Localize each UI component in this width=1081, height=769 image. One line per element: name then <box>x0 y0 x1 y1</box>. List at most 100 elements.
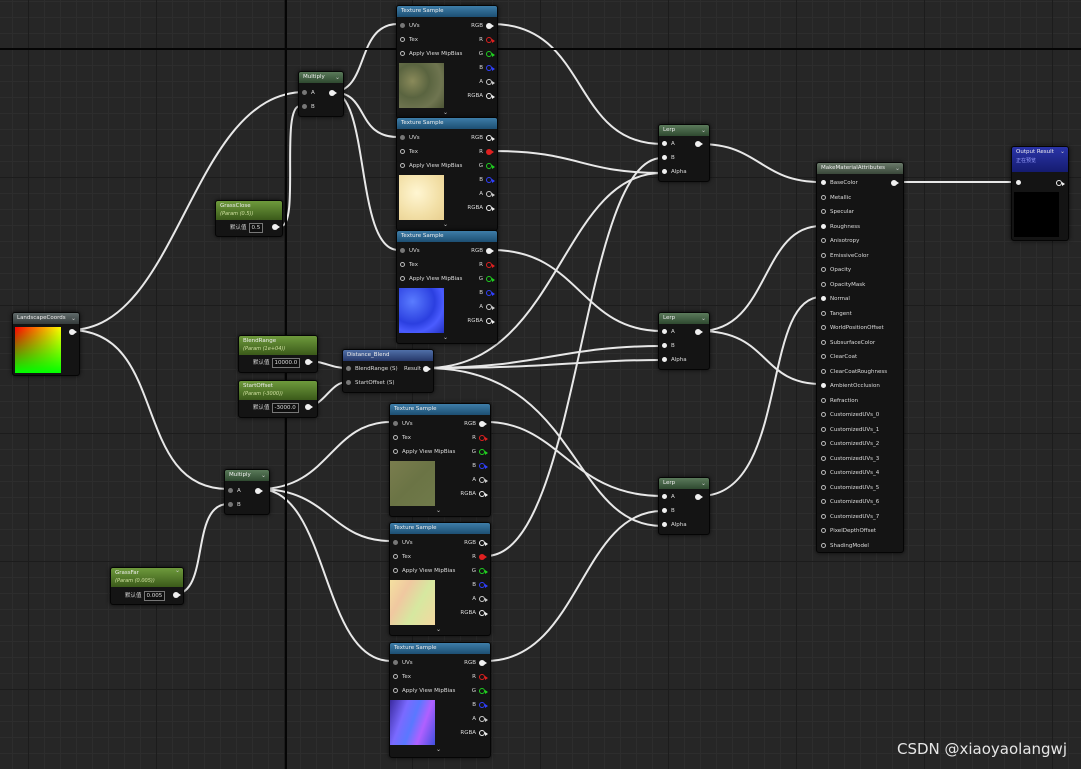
material-pin-row[interactable]: Tangent <box>821 310 852 318</box>
input-pin-icon[interactable] <box>400 51 405 56</box>
material-pin-row[interactable]: ClearCoat <box>821 353 857 361</box>
output-pin-icon[interactable] <box>479 730 488 736</box>
collapse-chevron-icon[interactable]: ⌄ <box>701 313 706 324</box>
input-pin-icon[interactable] <box>302 104 307 109</box>
output-pin-icon[interactable] <box>479 674 488 680</box>
input-pin-icon[interactable] <box>662 155 667 160</box>
output-pin-icon[interactable] <box>479 491 488 497</box>
input-pin-icon[interactable] <box>346 366 351 371</box>
input-pin-icon[interactable] <box>662 357 667 362</box>
output-pin-icon[interactable] <box>479 596 488 602</box>
output-pin-icon[interactable] <box>486 163 495 169</box>
material-pin-row[interactable]: ClearCoatRoughness <box>821 368 887 376</box>
output-pin-icon[interactable] <box>486 191 495 197</box>
material-pin-row[interactable]: CustomizedUVs_2 <box>821 440 879 448</box>
collapse-chevron-icon[interactable]: ⌄ <box>335 72 340 83</box>
input-pin-icon[interactable] <box>821 281 826 287</box>
input-pin-icon[interactable] <box>400 163 405 168</box>
default-value-field[interactable]: 0.5 <box>248 223 264 233</box>
input-pin-icon[interactable] <box>393 421 398 426</box>
input-pin-icon[interactable] <box>821 310 826 316</box>
output-pin-icon[interactable] <box>479 610 488 616</box>
input-pin-icon[interactable] <box>400 248 405 253</box>
output-pin-icon[interactable] <box>486 177 495 183</box>
output-pin-icon[interactable] <box>891 180 899 186</box>
output-pin-icon[interactable] <box>486 51 495 57</box>
default-value-field[interactable]: 10000.0 <box>271 358 301 368</box>
input-pin-icon[interactable] <box>393 568 398 573</box>
output-pin-icon[interactable] <box>305 359 313 365</box>
output-pin-icon[interactable] <box>486 290 495 296</box>
expand-chevron-icon[interactable]: ⌄ <box>436 507 441 514</box>
input-pin-icon[interactable] <box>662 169 667 174</box>
expand-chevron-icon[interactable]: ⌄ <box>436 626 441 633</box>
input-pin-icon[interactable] <box>821 397 826 403</box>
expand-chevron-icon[interactable]: ⌄ <box>436 746 441 753</box>
collapse-chevron-icon[interactable]: ⌄ <box>1060 147 1065 156</box>
texture-sample-node-6[interactable]: Texture Sample UVs Tex Apply View MipBia… <box>389 642 491 758</box>
material-pin-row[interactable]: EmissiveColor <box>821 252 869 260</box>
material-pin-row[interactable]: OpacityMask <box>821 281 865 289</box>
lerp-node-2[interactable]: Lerp ⌄ A B Alpha <box>658 312 710 370</box>
param-node-blend-range[interactable]: BlendRange (Param (1e+04)) 默认值 10000.0 <box>238 335 318 373</box>
material-pin-row[interactable]: Anisotropy <box>821 237 859 245</box>
input-pin-icon[interactable] <box>400 23 405 28</box>
distance-blend-node[interactable]: Distance_Blend BlendRange (S) StartOffse… <box>342 349 434 393</box>
output-result-node[interactable]: Output Result 正在预览 ⌄ <box>1011 146 1069 241</box>
lerp-node-3[interactable]: Lerp ⌄ A B Alpha <box>658 477 710 535</box>
input-pin-icon[interactable] <box>821 325 826 330</box>
material-pin-row[interactable]: Refraction <box>821 397 858 405</box>
collapse-chevron-icon[interactable]: ⌄ <box>71 313 76 324</box>
output-pin-icon[interactable] <box>486 37 495 43</box>
output-pin-icon[interactable] <box>479 540 488 546</box>
input-pin-icon[interactable] <box>821 441 826 446</box>
input-pin-icon[interactable] <box>393 435 398 440</box>
input-pin-icon[interactable] <box>662 508 667 513</box>
input-pin-icon[interactable] <box>1016 180 1021 185</box>
multiply-node-top[interactable]: Multiply ⌄ A B <box>298 71 344 117</box>
input-pin-icon[interactable] <box>821 339 826 345</box>
input-pin-icon[interactable] <box>821 513 826 519</box>
output-pin-icon[interactable] <box>695 329 703 335</box>
output-pin-icon[interactable] <box>272 224 280 230</box>
input-pin-icon[interactable] <box>346 380 351 385</box>
texture-sample-node-1[interactable]: Texture Sample UVs Tex Apply View MipBia… <box>396 5 498 119</box>
output-pin-icon[interactable] <box>486 65 495 71</box>
output-pin-icon[interactable] <box>486 79 495 85</box>
input-pin-icon[interactable] <box>400 135 405 140</box>
input-pin-icon[interactable] <box>393 688 398 693</box>
input-pin-icon[interactable] <box>662 329 667 334</box>
material-pin-row[interactable]: SubsurfaceColor <box>821 339 875 347</box>
input-pin-icon[interactable] <box>662 343 667 348</box>
input-pin-icon[interactable] <box>821 455 826 461</box>
make-material-attributes-node[interactable]: MakeMaterialAttributes ⌄ BaseColor Metalli… <box>816 162 904 553</box>
input-pin-icon[interactable] <box>400 262 405 267</box>
input-pin-icon[interactable] <box>821 223 826 229</box>
output-pin-icon[interactable] <box>173 592 181 598</box>
output-pin-icon[interactable] <box>479 463 488 469</box>
texture-sample-node-5[interactable]: Texture Sample UVs Tex Apply View MipBia… <box>389 522 491 636</box>
output-pin-icon[interactable] <box>479 421 487 427</box>
material-pin-row[interactable]: WorldPositionOffset <box>821 324 884 332</box>
material-pin-row[interactable]: CustomizedUVs_4 <box>821 469 879 477</box>
landscape-coords-node[interactable]: LandscapeCoords ⌄ <box>12 312 80 376</box>
input-pin-icon[interactable] <box>393 660 398 665</box>
input-pin-icon[interactable] <box>821 238 826 243</box>
input-pin-icon[interactable] <box>393 554 398 559</box>
material-pin-row[interactable]: CustomizedUVs_1 <box>821 426 879 434</box>
collapse-chevron-icon[interactable]: ⌄ <box>175 568 180 575</box>
material-pin-row[interactable]: CustomizedUVs_0 <box>821 411 879 419</box>
input-pin-icon[interactable] <box>821 528 826 533</box>
output-pin-icon[interactable] <box>479 688 488 694</box>
output-pin-icon[interactable] <box>479 582 488 588</box>
input-pin-icon[interactable] <box>821 267 826 272</box>
material-pin-row[interactable]: CustomizedUVs_6 <box>821 498 879 506</box>
input-pin-icon[interactable] <box>228 488 233 493</box>
input-pin-icon[interactable] <box>821 542 826 548</box>
param-node-grass-far[interactable]: GrassFar (Param (0.005)) ⌄ 默认值 0.005 <box>110 567 184 605</box>
output-pin-icon[interactable] <box>486 93 495 99</box>
material-pin-row[interactable]: CustomizedUVs_7 <box>821 513 879 521</box>
output-pin-icon[interactable] <box>695 141 703 147</box>
material-pin-row[interactable]: Normal <box>821 295 850 303</box>
input-pin-icon[interactable] <box>393 540 398 545</box>
